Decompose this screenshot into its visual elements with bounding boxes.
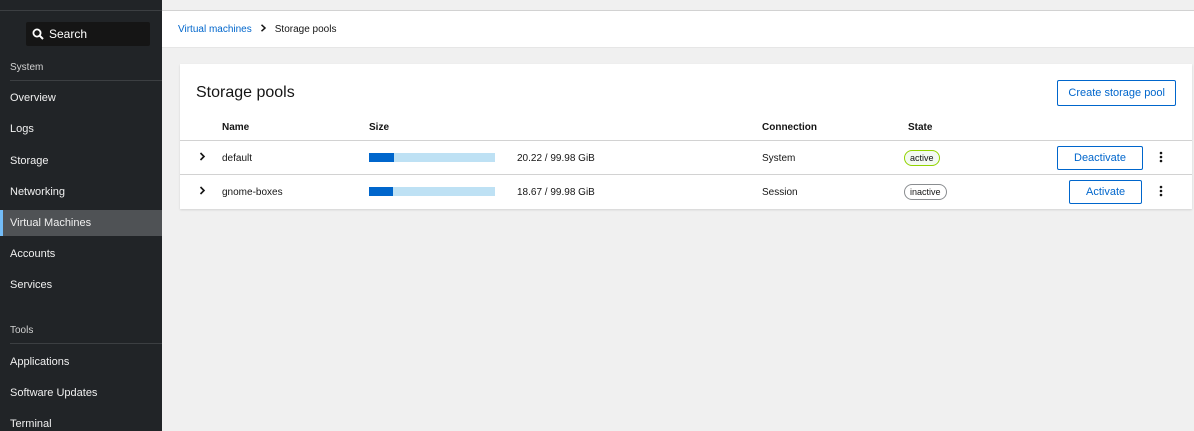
status-badge: active bbox=[904, 150, 940, 166]
usage-bar bbox=[369, 153, 495, 162]
sidebar-item-applications[interactable]: Applications bbox=[0, 349, 162, 375]
activate-button[interactable]: Activate bbox=[1069, 180, 1143, 204]
table-row[interactable]: default 20.22 / 99.98 GiB System active … bbox=[180, 140, 1192, 174]
create-storage-pool-button[interactable]: Create storage pool bbox=[1057, 80, 1176, 106]
usage-bar-fill bbox=[369, 153, 395, 162]
expand-row-button[interactable] bbox=[196, 175, 208, 209]
column-header-state: State bbox=[908, 122, 933, 133]
sidebar-item-virtual-machines[interactable]: Virtual Machines bbox=[0, 210, 162, 236]
page-title: Storage pools bbox=[196, 84, 295, 101]
sidebar-item-overview[interactable]: Overview bbox=[0, 85, 162, 111]
search-label: Search bbox=[49, 27, 88, 41]
section-divider bbox=[10, 343, 162, 344]
storage-pools-card: Storage pools Create storage pool Name S… bbox=[180, 64, 1192, 209]
section-label-tools: Tools bbox=[10, 325, 34, 336]
deactivate-button[interactable]: Deactivate bbox=[1057, 146, 1143, 170]
sidebar-item-storage[interactable]: Storage bbox=[0, 148, 162, 174]
sidebar: Search System Overview Logs Storage Netw… bbox=[0, 0, 162, 431]
sidebar-item-networking[interactable]: Networking bbox=[0, 179, 162, 205]
search-button[interactable]: Search bbox=[26, 22, 150, 46]
section-label-system: System bbox=[10, 62, 44, 73]
search-icon bbox=[32, 28, 44, 40]
section-divider bbox=[10, 80, 162, 81]
column-header-connection: Connection bbox=[762, 122, 817, 133]
expand-row-button[interactable] bbox=[196, 141, 208, 175]
usage-bar-fill bbox=[369, 187, 393, 196]
sidebar-item-services[interactable]: Services bbox=[0, 272, 162, 298]
pool-connection: System bbox=[762, 152, 796, 164]
sidebar-divider bbox=[0, 10, 162, 11]
column-header-name: Name bbox=[222, 122, 250, 133]
kebab-icon bbox=[1159, 151, 1163, 166]
pool-name: default bbox=[222, 152, 253, 164]
pool-size: 20.22 / 99.98 GiB bbox=[517, 152, 595, 164]
kebab-menu-button[interactable] bbox=[1156, 150, 1166, 166]
table-row[interactable]: gnome-boxes 18.67 / 99.98 GiB Session in… bbox=[180, 174, 1192, 208]
pool-name: gnome-boxes bbox=[222, 186, 283, 198]
kebab-menu-button[interactable] bbox=[1156, 184, 1166, 200]
status-badge: inactive bbox=[904, 184, 947, 200]
kebab-icon bbox=[1159, 185, 1163, 200]
sidebar-item-software-updates[interactable]: Software Updates bbox=[0, 380, 162, 406]
chevron-right-icon bbox=[260, 24, 267, 34]
chevron-right-icon bbox=[199, 186, 206, 198]
pool-connection: Session bbox=[762, 186, 798, 198]
breadcrumb-link-virtual-machines[interactable]: Virtual machines bbox=[178, 24, 252, 35]
column-header-size: Size bbox=[369, 122, 390, 133]
breadcrumb: Virtual machines Storage pools bbox=[162, 10, 1194, 48]
pool-size: 18.67 / 99.98 GiB bbox=[517, 186, 595, 198]
breadcrumb-current: Storage pools bbox=[274, 23, 337, 35]
usage-bar bbox=[369, 187, 495, 196]
sidebar-item-accounts[interactable]: Accounts bbox=[0, 241, 162, 267]
chevron-right-icon bbox=[199, 152, 206, 164]
sidebar-item-terminal[interactable]: Terminal bbox=[0, 411, 162, 431]
sidebar-item-logs[interactable]: Logs bbox=[0, 116, 162, 142]
